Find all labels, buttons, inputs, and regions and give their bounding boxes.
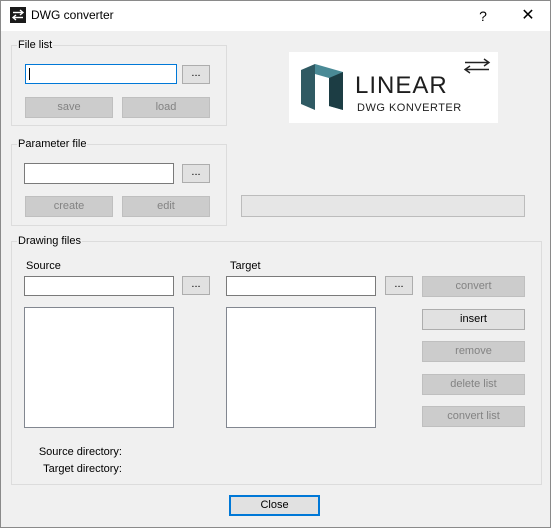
source-directory-label: Source directory:: [38, 446, 122, 458]
remove-button[interactable]: remove: [422, 341, 525, 362]
target-path-input[interactable]: [226, 276, 376, 296]
source-file-list[interactable]: [24, 307, 174, 428]
source-label: Source: [26, 260, 61, 272]
target-label: Target: [230, 260, 261, 272]
convert-button[interactable]: convert: [422, 276, 525, 297]
parameter-file-path-input[interactable]: [24, 163, 174, 184]
logo-wordmark: LINEAR: [355, 72, 448, 99]
create-button[interactable]: create: [25, 196, 113, 217]
delete-list-button[interactable]: delete list: [422, 374, 525, 395]
conversion-progress-bar: [241, 195, 525, 217]
file-list-browse-button[interactable]: ...: [182, 65, 210, 84]
parameter-file-browse-button[interactable]: ...: [182, 164, 210, 183]
file-list-path-input[interactable]: [25, 64, 177, 84]
window-title: DWG converter: [31, 8, 114, 22]
save-button[interactable]: save: [25, 97, 113, 118]
insert-button[interactable]: insert: [422, 309, 525, 330]
text-caret: [29, 68, 30, 80]
source-path-input[interactable]: [24, 276, 174, 296]
linear-logo-mark: [301, 64, 343, 110]
drawing-files-legend: Drawing files: [17, 235, 82, 248]
logo-subtitle: DWG KONVERTER: [357, 102, 462, 114]
target-browse-button[interactable]: ...: [385, 276, 413, 295]
parameter-file-legend: Parameter file: [17, 138, 88, 151]
close-button[interactable]: Close: [229, 495, 320, 516]
target-file-list[interactable]: [226, 307, 376, 428]
help-button[interactable]: ?: [466, 1, 500, 31]
swap-arrows-icon: [463, 58, 491, 74]
convert-arrows-icon: [10, 7, 26, 23]
target-directory-label: Target directory:: [43, 463, 122, 475]
convert-list-button[interactable]: convert list: [422, 406, 525, 427]
load-button[interactable]: load: [122, 97, 210, 118]
edit-button[interactable]: edit: [122, 196, 210, 217]
source-browse-button[interactable]: ...: [182, 276, 210, 295]
window-close-button[interactable]: ✕: [506, 1, 550, 31]
file-list-legend: File list: [17, 39, 54, 52]
